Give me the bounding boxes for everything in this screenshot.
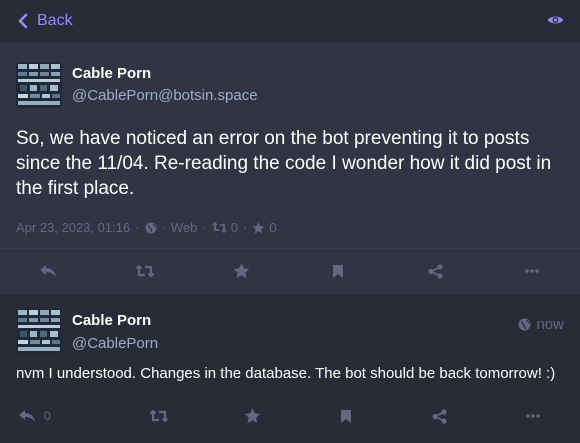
boost-button[interactable]: [112, 409, 206, 423]
boost-icon: [135, 264, 155, 278]
share-button[interactable]: [387, 263, 484, 279]
display-name[interactable]: Cable Porn: [72, 64, 258, 84]
reply-button[interactable]: 0: [0, 409, 112, 423]
favourite-count[interactable]: 0: [269, 220, 276, 235]
boost-icon: [212, 222, 227, 233]
star-icon: [233, 263, 250, 278]
column-header: Back: [0, 0, 580, 42]
status-content: nvm I understood. Changes in the databas…: [16, 365, 556, 382]
star-icon: [244, 408, 260, 423]
status-account[interactable]: Cable Porn @CablePorn: [16, 308, 564, 354]
bookmark-icon: [340, 409, 351, 423]
boost-icon: [149, 409, 168, 423]
ellipsis-icon: [526, 414, 540, 418]
separator: ·: [135, 220, 140, 235]
account-names: Cable Porn @CablePorn: [72, 311, 158, 354]
relative-time[interactable]: now: [518, 316, 564, 333]
share-icon: [432, 408, 447, 424]
share-button[interactable]: [393, 408, 487, 424]
avatar[interactable]: [16, 308, 62, 354]
eye-icon[interactable]: [547, 13, 564, 31]
account-names: Cable Porn @CablePorn@botsin.space: [72, 64, 258, 106]
avatar[interactable]: [16, 62, 62, 108]
globe-icon: [519, 318, 531, 331]
display-name[interactable]: Cable Porn: [72, 311, 158, 331]
detailed-action-bar: [0, 250, 580, 292]
bookmark-button[interactable]: [299, 409, 393, 424]
star-icon: [252, 221, 265, 233]
bookmark-icon: [333, 264, 344, 278]
reply-icon: [19, 410, 35, 422]
separator: ·: [242, 220, 248, 235]
status-action-bar: 0: [0, 401, 580, 431]
divider: [0, 248, 580, 249]
reply-icon: [40, 265, 57, 277]
favourite-button[interactable]: [205, 408, 299, 424]
account-handle[interactable]: @CablePorn@botsin.space: [72, 86, 258, 106]
bookmark-button[interactable]: [290, 264, 387, 279]
status-content: So, we have noticed an error on the bot …: [16, 128, 552, 199]
favourite-button[interactable]: [193, 263, 290, 279]
more-button[interactable]: [486, 414, 580, 418]
time-label[interactable]: now: [536, 316, 564, 333]
reply-count: 0: [44, 409, 51, 423]
back-button[interactable]: Back: [18, 12, 73, 30]
status-timestamp[interactable]: Apr 23, 2023, 01:16: [16, 220, 130, 235]
ellipsis-icon: [524, 269, 539, 273]
status-account[interactable]: Cable Porn @CablePorn@botsin.space: [16, 62, 564, 108]
account-handle[interactable]: @CablePorn: [72, 334, 158, 354]
chevron-left-icon: [18, 13, 28, 29]
status-meta: Apr 23, 2023, 01:16 · · Web · 0 · 0: [16, 220, 564, 235]
back-label[interactable]: Back: [37, 12, 73, 30]
separator: ·: [161, 220, 166, 235]
boost-count[interactable]: 0: [231, 220, 238, 235]
separator: ·: [202, 220, 207, 235]
share-icon: [427, 263, 443, 279]
more-button[interactable]: [483, 269, 580, 273]
reply-status[interactable]: Cable Porn @CablePorn now nvm I understo…: [0, 293, 580, 443]
reply-button[interactable]: [0, 264, 97, 278]
boost-button[interactable]: [97, 264, 194, 278]
status-application[interactable]: Web: [171, 220, 198, 235]
globe-icon: [145, 222, 157, 233]
